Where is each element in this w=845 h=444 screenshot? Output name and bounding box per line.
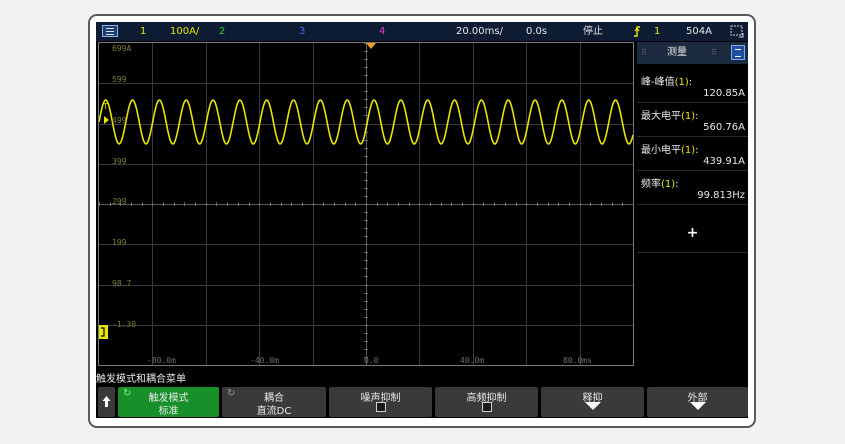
measurement-channel: (1) [674, 77, 689, 88]
measurement-channel: (1) [681, 145, 696, 156]
waveform-graph [99, 43, 633, 365]
y-label-0: 699A [112, 44, 132, 53]
run-state[interactable]: 停止 [583, 22, 603, 41]
back-button[interactable] [98, 387, 115, 417]
external-softkey[interactable]: 外部 [647, 387, 748, 417]
trigger-source[interactable]: 1 [654, 22, 660, 41]
measurement-panel: ⠿ 测量 ⠿ 峰-峰值(1): 120.85A 最大电平(1): 560.76A… [637, 42, 748, 366]
softkey-bar: ↻ 触发模式 标准 ↻ 耦合 直流DC 噪声抑制 高频抑制 释抑 外部 [96, 385, 748, 418]
down-arrow-icon [584, 402, 601, 410]
measurement-panel-title: 测量 [667, 47, 687, 58]
x-label-1: -40.0m [250, 356, 279, 365]
measurement-channel: (1) [681, 111, 696, 122]
main-menu-icon[interactable] [102, 25, 118, 37]
x-label-3: 40.0m [460, 356, 485, 365]
add-measurement-button[interactable]: + [637, 216, 748, 253]
x-label-0: -80.0m [147, 356, 176, 365]
measurement-colon: : [688, 77, 693, 88]
y-label-3: 399 [112, 157, 127, 166]
checkbox-icon[interactable] [375, 402, 386, 412]
softkey-value: 标准 [158, 406, 179, 417]
ch3-indicator[interactable]: 3 [299, 22, 305, 41]
noise-reject-softkey[interactable]: 噪声抑制 [329, 387, 432, 417]
status-bar: 1 100A/ 2 3 4 20.00ms/ 0.0s 停止 1 504A [96, 22, 748, 41]
ch1-scale[interactable]: 100A/ [170, 22, 199, 41]
softkey-value: 直流DC [256, 406, 292, 417]
measurement-colon: : [695, 111, 699, 122]
y-label-4: 299 [112, 197, 127, 206]
ch1-indicator[interactable]: 1 [140, 22, 146, 41]
measurement-label: 最小电平 [641, 145, 681, 156]
trigger-time-marker-icon[interactable] [366, 43, 376, 49]
softkey-menu-title: 触发模式和耦合菜单 [96, 374, 186, 385]
measurement-label: 频率 [641, 179, 661, 190]
measurement-value: 439.91A [703, 156, 745, 167]
measurement-value: 560.76A [703, 122, 745, 133]
oscilloscope-screen: 1 100A/ 2 3 4 20.00ms/ 0.0s 停止 1 504A 69… [96, 22, 748, 418]
up-arrow-icon [102, 396, 111, 407]
trigger-mode-softkey[interactable]: ↻ 触发模式 标准 [118, 387, 219, 417]
trigger-level[interactable]: 504A [686, 22, 712, 41]
drag-handle-icon-2[interactable]: ⠿ [711, 42, 717, 64]
y-label-6: 98.7 [112, 279, 132, 288]
measurement-colon: : [675, 179, 679, 190]
hf-reject-softkey[interactable]: 高频抑制 [435, 387, 538, 417]
coupling-softkey[interactable]: ↻ 耦合 直流DC [222, 387, 326, 417]
ch2-indicator[interactable]: 2 [219, 22, 225, 41]
measurement-item[interactable]: 峰-峰值(1): 120.85A [637, 68, 748, 103]
x-label-2: 0.0 [364, 356, 379, 365]
measurement-label: 最大电平 [641, 111, 681, 122]
trigger-arrow-icon [104, 116, 109, 124]
measurement-label: 峰-峰值 [641, 77, 675, 88]
measurement-colon: : [695, 145, 699, 156]
x-label-4: 80.0ms [563, 356, 592, 365]
waveform-display[interactable]: 699A 599 499 399 299 199 98.7 -1.30 -80.… [98, 42, 634, 366]
measurement-panel-header: ⠿ 测量 ⠿ [637, 42, 748, 64]
delay-value[interactable]: 0.0s [526, 22, 547, 41]
measurement-item[interactable]: 频率(1): 99.813Hz [637, 170, 748, 205]
holdoff-softkey[interactable]: 释抑 [541, 387, 644, 417]
y-label-2: 499 [112, 116, 127, 125]
ch4-indicator[interactable]: 4 [379, 22, 385, 41]
checkbox-icon[interactable] [481, 402, 492, 412]
trigger-level-marker[interactable]: T [103, 102, 108, 111]
measurement-value: 120.85A [703, 88, 745, 99]
panel-menu-icon[interactable] [731, 45, 745, 60]
y-label-7: -1.30 [112, 320, 137, 329]
drag-handle-icon[interactable]: ⠿ [641, 42, 647, 64]
measurement-channel: (1) [661, 179, 676, 190]
y-label-5: 199 [112, 238, 127, 247]
ch1-ground-marker-icon[interactable] [99, 325, 108, 339]
y-label-1: 599 [112, 75, 127, 84]
measurement-value: 99.813Hz [697, 190, 745, 201]
down-arrow-icon [689, 402, 706, 410]
measurement-item[interactable]: 最小电平(1): 439.91A [637, 136, 748, 171]
time-scale[interactable]: 20.00ms/ [456, 22, 503, 41]
measurement-item[interactable]: 最大电平(1): 560.76A [637, 102, 748, 137]
